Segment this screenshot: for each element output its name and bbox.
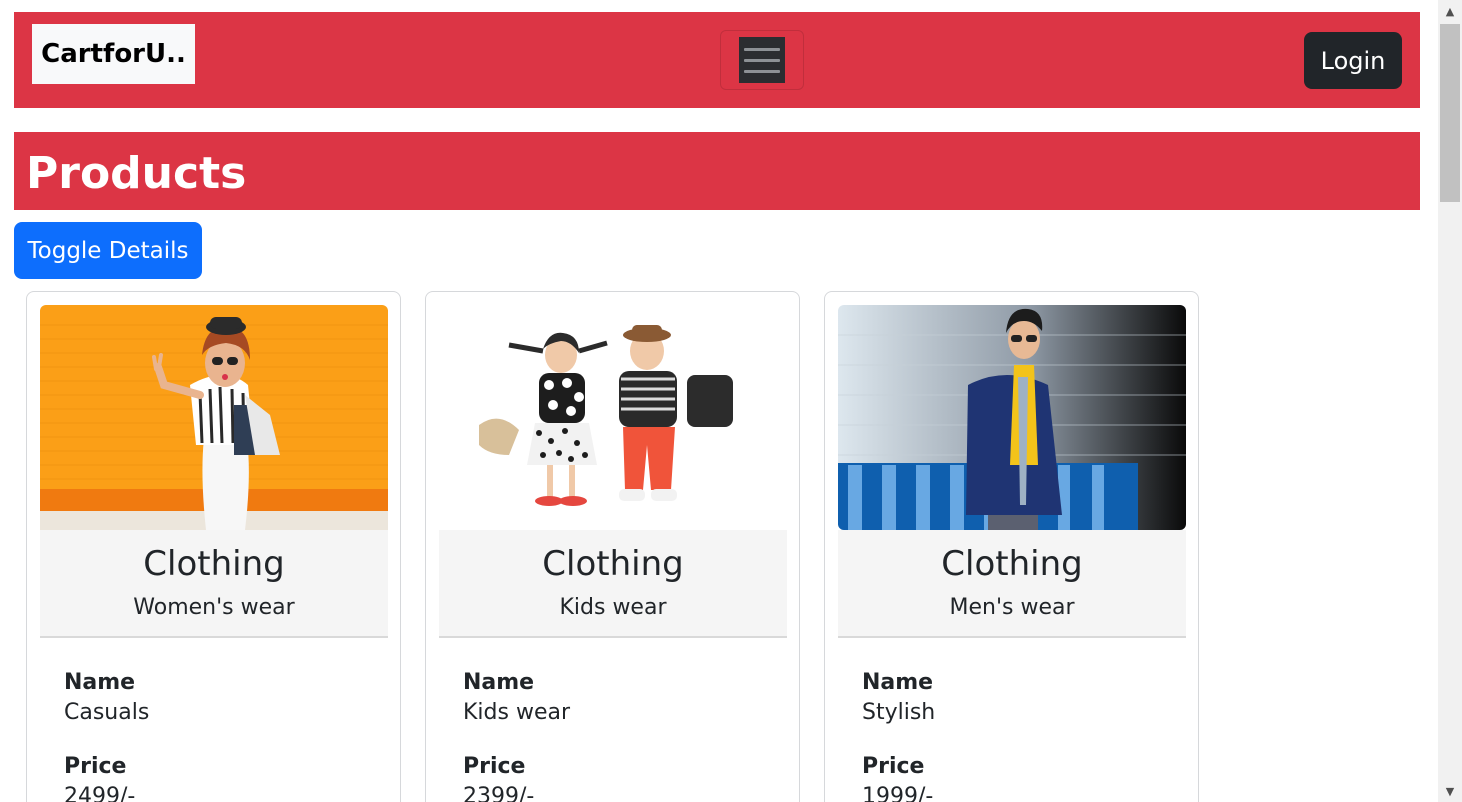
product-card-header: Clothing Kids wear bbox=[439, 530, 787, 638]
price-label: Price bbox=[862, 754, 925, 779]
product-name: Kids wear bbox=[463, 700, 571, 725]
navbar: CartforU.. Login bbox=[14, 12, 1420, 108]
scroll-down-arrow-icon[interactable]: ▼ bbox=[1438, 780, 1462, 802]
scroll-up-arrow-icon[interactable]: ▲ bbox=[1438, 0, 1462, 22]
hamburger-icon bbox=[739, 37, 785, 83]
page-viewport: CartforU.. Login Products Toggle Details bbox=[0, 0, 1438, 802]
price-label: Price bbox=[463, 754, 526, 779]
brand-logo[interactable]: CartforU.. bbox=[32, 24, 195, 84]
vertical-scrollbar[interactable]: ▲ ▼ bbox=[1438, 0, 1462, 802]
product-subcategory: Women's wear bbox=[133, 595, 295, 620]
product-subcategory: Men's wear bbox=[949, 595, 1075, 620]
toggle-details-button[interactable]: Toggle Details bbox=[14, 222, 202, 279]
page-title: Products bbox=[26, 148, 247, 199]
login-button[interactable]: Login bbox=[1304, 32, 1402, 89]
product-price: 1999/- bbox=[862, 784, 934, 802]
product-card: Clothing Men's wear Name Stylish Price 1… bbox=[824, 291, 1199, 802]
price-label: Price bbox=[64, 754, 127, 779]
product-category: Clothing bbox=[542, 544, 684, 584]
products-header: Products bbox=[14, 132, 1420, 210]
name-label: Name bbox=[862, 670, 934, 695]
product-card: Clothing Women's wear Name Casuals Price… bbox=[26, 291, 401, 802]
product-category: Clothing bbox=[941, 544, 1083, 584]
product-card-header: Clothing Men's wear bbox=[838, 530, 1186, 638]
product-card: Clothing Kids wear Name Kids wear Price … bbox=[425, 291, 800, 802]
product-price: 2499/- bbox=[64, 784, 136, 802]
scrollbar-thumb[interactable] bbox=[1440, 24, 1460, 202]
product-details: Name Casuals Price 2499/- bbox=[64, 668, 364, 802]
product-details: Name Stylish Price 1999/- bbox=[862, 668, 1162, 802]
name-label: Name bbox=[463, 670, 535, 695]
product-category: Clothing bbox=[143, 544, 285, 584]
product-subcategory: Kids wear bbox=[559, 595, 667, 620]
product-details: Name Kids wear Price 2399/- bbox=[463, 668, 763, 802]
name-label: Name bbox=[64, 670, 136, 695]
menu-toggle-button[interactable] bbox=[720, 30, 804, 90]
product-image-kids-wear bbox=[439, 305, 787, 530]
product-card-header: Clothing Women's wear bbox=[40, 530, 388, 638]
product-price: 2399/- bbox=[463, 784, 535, 802]
product-name: Stylish bbox=[862, 700, 936, 725]
product-image-mens-wear bbox=[838, 305, 1186, 530]
product-image-womens-wear bbox=[40, 305, 388, 530]
product-name: Casuals bbox=[64, 700, 150, 725]
